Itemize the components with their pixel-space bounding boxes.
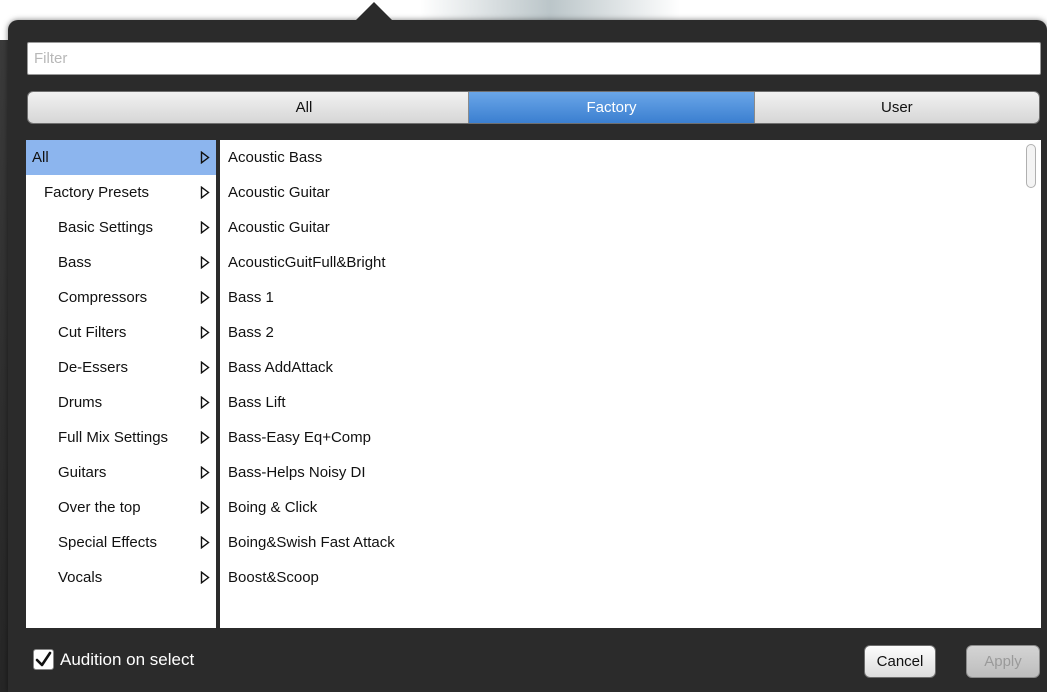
category-label: All bbox=[32, 149, 49, 166]
disclosure-triangle-icon bbox=[200, 431, 210, 444]
category-item[interactable]: Vocals bbox=[26, 560, 216, 595]
disclosure-triangle-icon bbox=[200, 221, 210, 234]
preset-item[interactable]: Acoustic Guitar bbox=[228, 175, 330, 210]
filter-input[interactable] bbox=[27, 42, 1041, 75]
preset-item[interactable]: Boost&Scoop bbox=[228, 560, 319, 595]
preset-item[interactable]: Bass-Easy Eq+Comp bbox=[228, 420, 371, 455]
source-tabs: All Factory User bbox=[27, 91, 1040, 124]
category-label: Vocals bbox=[58, 569, 103, 586]
preset-item[interactable]: Bass-Helps Noisy DI bbox=[228, 455, 366, 490]
preset-list-scrollbar[interactable] bbox=[1026, 144, 1036, 188]
tab-factory[interactable]: Factory bbox=[469, 92, 755, 123]
audition-label: Audition on select bbox=[60, 649, 195, 669]
disclosure-triangle-icon bbox=[200, 151, 210, 164]
disclosure-triangle-icon bbox=[200, 501, 210, 514]
category-label: Basic Settings bbox=[58, 219, 154, 236]
preset-item[interactable]: Acoustic Bass bbox=[228, 140, 322, 175]
disclosure-triangle-icon bbox=[200, 186, 210, 199]
category-item[interactable]: Drums bbox=[26, 385, 216, 420]
disclosure-triangle-icon bbox=[200, 466, 210, 479]
checkmark-icon bbox=[35, 651, 52, 667]
popover-arrow bbox=[354, 2, 394, 22]
cancel-button[interactable]: Cancel bbox=[864, 645, 936, 678]
category-label: Drums bbox=[58, 394, 103, 411]
category-label: De-Essers bbox=[58, 359, 129, 376]
disclosure-triangle-icon bbox=[200, 536, 210, 549]
apply-button[interactable]: Apply bbox=[966, 645, 1040, 678]
category-label: Factory Presets bbox=[44, 184, 150, 201]
disclosure-triangle-icon bbox=[200, 326, 210, 339]
category-item[interactable]: All bbox=[26, 140, 216, 175]
category-label: Compressors bbox=[58, 289, 148, 306]
category-list: All Factory Presets Basic Settings Bass Comp… bbox=[26, 140, 216, 628]
preset-item[interactable]: Bass Lift bbox=[228, 385, 286, 420]
preset-item[interactable]: Bass 2 bbox=[228, 315, 274, 350]
category-label: Special Effects bbox=[58, 534, 157, 551]
category-item[interactable]: Special Effects bbox=[26, 525, 216, 560]
category-item[interactable]: Over the top bbox=[26, 490, 216, 525]
tab-user[interactable]: User bbox=[754, 92, 1039, 123]
audition-toggle[interactable]: Audition on select bbox=[33, 649, 194, 670]
category-item[interactable]: Full Mix Settings bbox=[26, 420, 216, 455]
category-label: Cut Filters bbox=[58, 324, 127, 341]
preset-list: Acoustic Bass Acoustic Guitar Acoustic Gui… bbox=[220, 140, 1041, 628]
preset-item[interactable]: Bass AddAttack bbox=[228, 350, 333, 385]
category-item[interactable]: De-Essers bbox=[26, 350, 216, 385]
disclosure-triangle-icon bbox=[200, 256, 210, 269]
category-item[interactable]: Factory Presets bbox=[26, 175, 216, 210]
category-label: Over the top bbox=[58, 499, 141, 516]
category-label: Bass bbox=[58, 254, 92, 271]
disclosure-triangle-icon bbox=[200, 396, 210, 409]
category-item[interactable]: Guitars bbox=[26, 455, 216, 490]
disclosure-triangle-icon bbox=[200, 361, 210, 374]
category-item[interactable]: Basic Settings bbox=[26, 210, 216, 245]
preset-item[interactable]: Boing&Swish Fast Attack bbox=[228, 525, 395, 560]
category-item[interactable]: Bass bbox=[26, 245, 216, 280]
tab-all[interactable]: All bbox=[28, 92, 470, 123]
disclosure-triangle-icon bbox=[200, 571, 210, 584]
preset-item[interactable]: Bass 1 bbox=[228, 280, 274, 315]
preset-item[interactable]: AcousticGuitFull&Bright bbox=[228, 245, 386, 280]
category-item[interactable]: Compressors bbox=[26, 280, 216, 315]
preset-item[interactable]: Boing & Click bbox=[228, 490, 317, 525]
category-label: Full Mix Settings bbox=[58, 429, 169, 446]
category-label: Guitars bbox=[58, 464, 107, 481]
disclosure-triangle-icon bbox=[200, 291, 210, 304]
category-item[interactable]: Cut Filters bbox=[26, 315, 216, 350]
audition-checkbox[interactable] bbox=[33, 649, 54, 670]
preset-item[interactable]: Acoustic Guitar bbox=[228, 210, 330, 245]
